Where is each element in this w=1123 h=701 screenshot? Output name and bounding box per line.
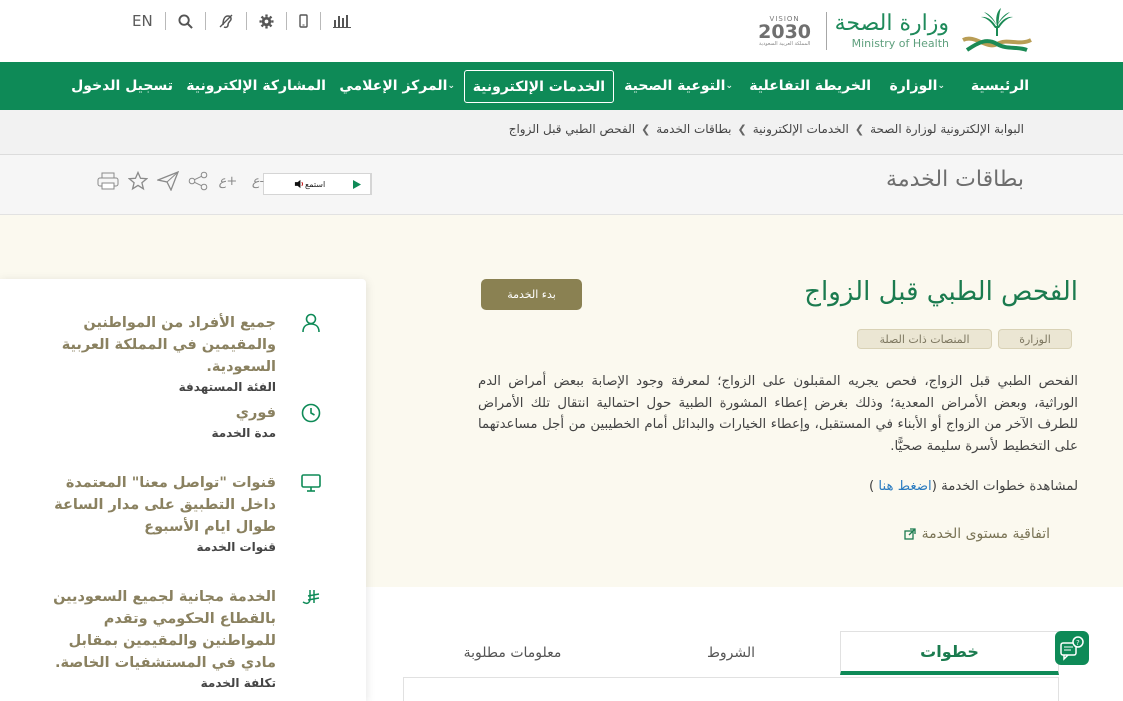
breadcrumb-service-cards[interactable]: بطاقات الخدمة: [656, 122, 731, 136]
breadcrumb: البوابة الإلكترونية لوزارة الصحة ❮ الخدم…: [0, 110, 1123, 155]
top-header: EN VISION 2030 المملكة العربية السعودية …: [0, 0, 1123, 62]
tag-ministry[interactable]: الوزارة: [998, 329, 1072, 349]
chevron-left-icon: ❮: [854, 122, 865, 136]
font-increase-icon[interactable]: ع+: [216, 169, 240, 193]
service-info-card: جميع الأفراد من المواطنين والمقيمين في ا…: [0, 279, 366, 701]
chevron-down-icon: ⌄: [725, 81, 733, 91]
sla-link[interactable]: اتفاقية مستوى الخدمة: [903, 526, 1050, 542]
brand-name-english: Ministry of Health: [851, 37, 949, 50]
moh-brand[interactable]: VISION 2030 المملكة العربية السعودية وزا…: [754, 6, 1037, 56]
mobile-app-icon[interactable]: [287, 12, 321, 30]
nav-eservices[interactable]: الخدمات الإلكترونية: [463, 70, 614, 103]
breadcrumb-current: الفحص الطبي قبل الزواج: [508, 122, 636, 136]
send-icon[interactable]: [156, 169, 180, 193]
search-icon[interactable]: [166, 12, 206, 30]
vision-2030-logo: VISION 2030 المملكة العربية السعودية: [758, 15, 812, 47]
breadcrumb-eservices[interactable]: الخدمات الإلكترونية: [753, 122, 849, 136]
moh-palm-logo: [957, 6, 1037, 56]
monitor-icon: [300, 472, 322, 494]
page-tools: ع+ ع-: [96, 169, 270, 193]
print-icon[interactable]: [96, 169, 120, 193]
brand-text: وزارة الصحة Ministry of Health: [835, 11, 949, 51]
service-steps-line: لمشاهدة خطوات الخدمة (اضغط هنا ): [869, 479, 1078, 494]
external-link-icon: [903, 528, 916, 540]
clock-icon: [300, 402, 322, 424]
brand-name-arabic: وزارة الصحة: [834, 11, 949, 36]
play-icon[interactable]: [343, 174, 371, 194]
accessibility-hearing-icon[interactable]: [206, 12, 247, 30]
page-title-bar: بطاقات الخدمة استمع ع+ ع-: [0, 155, 1123, 215]
page-title: بطاقات الخدمة: [886, 167, 1024, 192]
main-nav: الرئيسية الوزارة ⌄ الخريطة التفاعلية التو…: [0, 62, 1123, 110]
settings-gear-icon[interactable]: [247, 12, 287, 30]
chevron-down-icon: ⌄: [937, 81, 945, 91]
font-decrease-icon[interactable]: ع-: [246, 169, 270, 193]
breadcrumb-portal[interactable]: البوابة الإلكترونية لوزارة الصحة: [870, 122, 1024, 136]
nav-interactive-map[interactable]: الخريطة التفاعلية: [749, 62, 871, 110]
speaker-icon: [294, 179, 303, 189]
service-description: الفحص الطبي قبل الزواج، فحص يجريه المقبل…: [478, 374, 1078, 454]
user-icon: [300, 312, 322, 334]
tab-panel: [403, 677, 1059, 701]
nav-eparticipation[interactable]: المشاركة الإلكترونية: [186, 62, 326, 110]
service-cost: الخدمة مجانية لجميع السعوديين بالقطاع ال…: [53, 589, 276, 690]
nav-ministry[interactable]: الوزارة ⌄: [889, 62, 951, 110]
nav-home[interactable]: الرئيسية: [971, 62, 1029, 110]
start-service-button[interactable]: بدء الخدمة: [481, 279, 582, 310]
tab-required-info[interactable]: معلومات مطلوبة: [403, 631, 622, 675]
nav-login[interactable]: تسجيل الدخول: [71, 62, 173, 110]
brand-divider: [825, 12, 827, 50]
service-title: الفحص الطبي قبل الزواج: [804, 277, 1078, 307]
chevron-left-icon: ❮: [641, 122, 651, 136]
tab-steps[interactable]: خطوات: [840, 631, 1059, 675]
tab-conditions[interactable]: الشروط: [622, 631, 840, 675]
target-audience: جميع الأفراد من المواطنين والمقيمين في ا…: [61, 315, 276, 394]
service-channels: قنوات "تواصل معنا" المعتمدة داخل التطبيق…: [54, 475, 276, 554]
listen-player[interactable]: استمع: [263, 173, 372, 195]
share-icon[interactable]: [186, 169, 210, 193]
riyal-icon: [300, 586, 322, 608]
steps-link[interactable]: اضغط هنا: [878, 479, 931, 494]
language-toggle[interactable]: EN: [120, 12, 166, 30]
nav-health-awareness[interactable]: التوعية الصحية ⌄: [624, 62, 739, 110]
tag-related-platforms[interactable]: المنصات ذات الصلة: [857, 329, 992, 349]
nav-media-center[interactable]: المركز الإعلامي ⌄: [339, 62, 461, 110]
chat-support-icon[interactable]: ?: [1055, 631, 1089, 665]
star-favorite-icon[interactable]: [126, 169, 150, 193]
svg-text:?: ?: [1076, 639, 1080, 647]
service-duration: فوري مدة الخدمة: [211, 405, 276, 440]
chevron-left-icon: ❮: [737, 122, 747, 136]
statistics-chart-icon[interactable]: [321, 12, 363, 30]
chevron-down-icon: ⌄: [447, 81, 455, 91]
listen-label: استمع: [264, 179, 328, 189]
utility-bar: EN: [120, 10, 363, 32]
service-tabs: خطوات الشروط معلومات مطلوبة: [403, 631, 1059, 701]
